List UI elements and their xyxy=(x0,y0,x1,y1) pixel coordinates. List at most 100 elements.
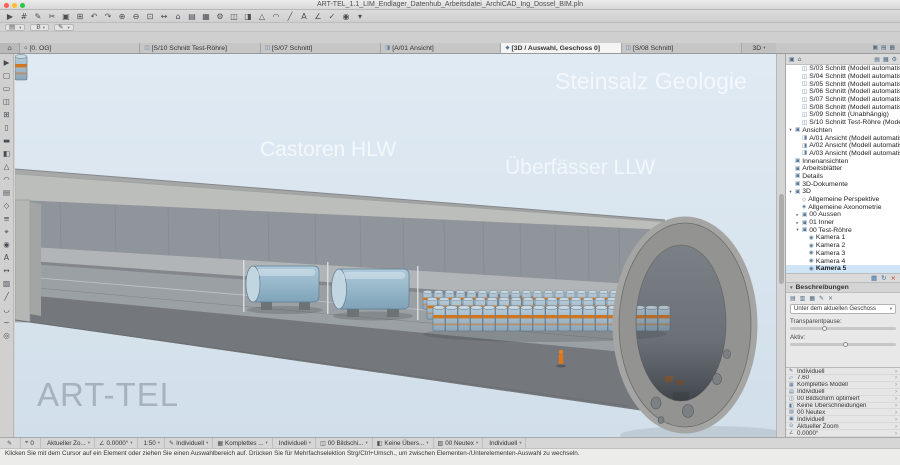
elevation-icon[interactable]: ◨ xyxy=(242,11,254,22)
navigator-tree-item[interactable]: ◈ Allgemeine Axonometrie xyxy=(786,203,900,211)
roof-icon[interactable]: △ xyxy=(256,11,268,22)
navigator-tree-item[interactable]: ◉ Kamera 3 xyxy=(786,250,900,258)
navigator-tree-item[interactable]: ◫ S/10 Schnitt Test-Röhre (Modell automa… xyxy=(786,119,900,127)
view-mode-dropdown[interactable]: 3D ▾ xyxy=(742,43,776,53)
dimension-tool-icon[interactable]: ↔ xyxy=(0,264,13,277)
expand-arrow-icon[interactable]: ▾ xyxy=(788,189,793,195)
tab-home-button[interactable]: ⌂ xyxy=(0,43,20,53)
pencil-icon[interactable]: ✎ xyxy=(32,11,44,22)
row-3d-style[interactable]: ◫ 00 Bildschirm optimiert › xyxy=(786,396,900,403)
markup-columns-icon[interactable]: ▥ xyxy=(800,295,806,302)
pen-set-dropdown[interactable]: ✎ Individuell ▾ xyxy=(165,438,213,448)
row-layer-combination[interactable]: ▤ Individuell › xyxy=(786,389,900,396)
expand-arrow-icon[interactable]: ▸ xyxy=(795,220,800,226)
scale-dropdown[interactable]: 1:50 ▾ xyxy=(138,438,166,448)
overlap-dropdown[interactable]: ◧ Keine Übers... ▾ xyxy=(373,438,434,448)
navigator-tree-item[interactable]: ▾ ▣ 3D xyxy=(786,188,900,196)
navigator-tree-item[interactable]: ◫ S/07 Schnitt (Modell automatisch/ wied… xyxy=(786,96,900,104)
home-story-icon[interactable]: ⌂ xyxy=(172,11,184,22)
slab-tool-icon[interactable]: ◧ xyxy=(0,147,13,160)
tab-schnitt-08[interactable]: ◫ [S/08 Schnitt] xyxy=(622,43,742,53)
row-texture[interactable]: ▨ 00 Neutex › xyxy=(786,409,900,416)
navigator-tree-item[interactable]: ▾ ▣ Ansichten xyxy=(786,127,900,135)
tab-schnitt-07[interactable]: ◫ [S/07 Schnitt] xyxy=(261,43,381,53)
rotation-angle-dropdown[interactable]: ∠ 0.0000° ▾ xyxy=(95,438,137,448)
panel-grid-icon[interactable]: ▦ xyxy=(890,45,895,51)
navigator-tree-item[interactable]: ◉ Kamera 4 xyxy=(786,257,900,265)
refresh-icon[interactable]: ↻ xyxy=(881,274,886,282)
fill-tool-icon[interactable]: ▨ xyxy=(0,277,13,290)
panel-copy-icon[interactable]: ▣ xyxy=(873,45,878,51)
slider-handle[interactable] xyxy=(822,326,827,331)
bold-style-dropdown[interactable]: B▾ xyxy=(30,24,49,31)
check-icon[interactable]: ✓ xyxy=(326,11,338,22)
pan-icon[interactable]: ↔ xyxy=(158,11,170,22)
paste-icon[interactable]: ⊞ xyxy=(74,11,86,22)
navigator-tree-item[interactable]: ▸ ▣ 01 Inner xyxy=(786,219,900,227)
beschreibungen-header[interactable]: ▾ Beschreibungen xyxy=(786,283,900,293)
dimension-icon[interactable]: ∠ xyxy=(312,11,324,22)
navigator-tree-item[interactable]: ▣ Innenansichten xyxy=(786,157,900,165)
viewport-scrollbar[interactable] xyxy=(776,54,785,437)
favorites-dropdown[interactable]: ▤▾ xyxy=(5,24,25,31)
select-icon[interactable]: ▶ xyxy=(4,11,16,22)
section-tool-icon[interactable]: ◫ xyxy=(228,11,240,22)
scrollbar-thumb[interactable] xyxy=(779,194,784,284)
navigator-tree-item[interactable]: ◨ A/03 Ansicht (Modell automatisch/ wied… xyxy=(786,150,900,158)
more-icon[interactable]: ▾ xyxy=(354,11,366,22)
navigator-tree-item[interactable]: ▣ 3D-Dokumente xyxy=(786,180,900,188)
copy-icon[interactable]: ▣ xyxy=(60,11,72,22)
camera-icon[interactable]: ◉ xyxy=(340,11,352,22)
markup-pen-icon[interactable]: ✎ xyxy=(819,295,824,302)
markup-grid-icon[interactable]: ▦ xyxy=(809,295,815,302)
arrow-tool-icon[interactable]: ▶ xyxy=(0,56,13,69)
shell-tool-icon[interactable]: ◠ xyxy=(0,173,13,186)
row-renovation[interactable]: ▣ Individuell › xyxy=(786,416,900,423)
model-filter-dropdown[interactable]: ▦ Komplettes ... ▾ xyxy=(213,438,272,448)
beam-tool-icon[interactable]: ▬ xyxy=(0,134,13,147)
map-list-icon[interactable]: ▤ xyxy=(874,56,880,63)
navigator-tree-item[interactable]: ◫ S/05 Schnitt (Modell automatisch/ wied… xyxy=(786,80,900,88)
navigator-tree-item[interactable]: ◫ S/08 Schnitt (Modell automatisch/ wied… xyxy=(786,103,900,111)
row-model-filter[interactable]: ▦ Komplettes Modell › xyxy=(786,382,900,389)
navigator-tree-item[interactable]: ▾ ▣ 00 Test-Röhre xyxy=(786,226,900,234)
navigator-tree-item[interactable]: ◉ Kamera 1 xyxy=(786,234,900,242)
redo-icon[interactable]: ↷ xyxy=(102,11,114,22)
door-tool-icon[interactable]: ◫ xyxy=(0,95,13,108)
layer-combination-dropdown[interactable]: Individuell ▾ xyxy=(273,438,316,448)
settings-icon[interactable]: ⚙ xyxy=(214,11,226,22)
navigator-tree-item[interactable]: ◫ S/04 Schnitt (Modell automatisch/ wied… xyxy=(786,73,900,81)
markup-delete-icon[interactable]: × xyxy=(828,295,833,302)
tab-schnitt-test-roehre[interactable]: ◫ [S/10 Schnitt Test-Röhre] xyxy=(140,43,260,53)
mesh-tool-icon[interactable]: ▤ xyxy=(0,186,13,199)
markup-list-icon[interactable]: ▤ xyxy=(790,295,796,302)
fit-view-icon[interactable]: ⊡ xyxy=(144,11,156,22)
line-tool-icon[interactable]: ╱ xyxy=(0,290,13,303)
row-orientation[interactable]: ∠ 0.0000° › xyxy=(786,430,900,437)
layers-icon[interactable]: ▤ xyxy=(186,11,198,22)
slider-handle[interactable] xyxy=(843,342,848,347)
object-tool-icon[interactable]: ⌖ xyxy=(0,225,13,238)
tab-story-0[interactable]: ⌂ [0. OG] xyxy=(20,43,140,53)
navigator-tree-item[interactable]: ◫ S/03 Schnitt (Modell automatisch/ wied… xyxy=(786,65,900,73)
spline-tool-icon[interactable]: ~ xyxy=(0,316,13,329)
marquee-icon[interactable]: # xyxy=(18,11,30,22)
row-scale-value[interactable]: ▱ 7.60 › xyxy=(786,375,900,382)
text-tool-icon[interactable]: A xyxy=(0,251,13,264)
map-grid-icon[interactable]: ▦ xyxy=(883,56,889,63)
3d-viewport[interactable]: Steinsalz Geologie Castoren HLW Überfäss… xyxy=(15,54,776,437)
roof-tool-icon[interactable]: △ xyxy=(0,160,13,173)
renovation-dropdown[interactable]: Individuell ▾ xyxy=(483,438,526,448)
nav-settings-icon[interactable]: ⚙ xyxy=(892,56,897,63)
marquee-tool-icon[interactable]: ▢ xyxy=(0,69,13,82)
pen-style-dropdown[interactable]: ✎▾ xyxy=(54,24,74,31)
expand-arrow-icon[interactable]: ▾ xyxy=(795,227,800,233)
wall-tool-icon[interactable]: ▭ xyxy=(0,82,13,95)
beschreibungen-combo[interactable]: Unter dem aktuellen Geschoss ▾ xyxy=(790,304,896,314)
3d-style-dropdown[interactable]: ◫ 00 Bildschi... ▾ xyxy=(316,438,373,448)
navigator-tree-item[interactable]: ▣ Arbeitsblätter xyxy=(786,165,900,173)
navigator-tree-item[interactable]: ▸ ▣ 00 Aussen xyxy=(786,211,900,219)
navigator-tree-item[interactable]: ▣ Details xyxy=(786,173,900,181)
camera-tool-icon[interactable]: ◎ xyxy=(0,329,13,342)
texture-dropdown[interactable]: ▨ 00 Neutex ▾ xyxy=(434,438,484,448)
